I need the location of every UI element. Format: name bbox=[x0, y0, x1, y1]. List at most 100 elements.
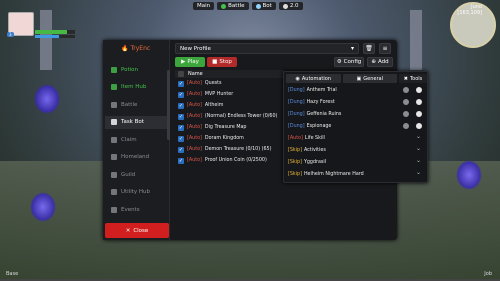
task-row[interactable]: ✓ [Auto] Demon Treasure (0/10) (65) bbox=[175, 144, 284, 155]
popup-task-tag: [Dung] bbox=[288, 87, 305, 93]
popup-task-name: Espionage bbox=[306, 123, 332, 129]
delete-profile-button[interactable]: 🗑 bbox=[363, 43, 375, 54]
task-row[interactable]: ✓ [Auto] Doram Kingdom bbox=[175, 133, 284, 144]
version-badge: 2.0 bbox=[278, 2, 303, 10]
popup-tabs: ◉ Automation ▣ General ✖ Tools bbox=[286, 74, 427, 83]
profile-select[interactable]: New Profile ▾ bbox=[175, 43, 359, 54]
popup-task-name: Anthem Trial bbox=[306, 87, 337, 93]
task-row[interactable]: ✓ [Auto] Altheim bbox=[175, 100, 284, 111]
popup-task-tag: [Skip] bbox=[288, 159, 302, 165]
sidebar-item[interactable]: Homeland bbox=[105, 151, 167, 164]
task-checkbox[interactable]: ✓ bbox=[178, 102, 184, 109]
chevron-down-icon[interactable]: ⌄ bbox=[416, 145, 421, 152]
popup-task-tag: [Dung] bbox=[288, 111, 305, 117]
bot-tab[interactable]: Bot bbox=[251, 2, 276, 10]
sidebar-item-label: Item Hub bbox=[121, 84, 147, 90]
sidebar-item-label: Events bbox=[121, 206, 140, 213]
task-name: Quests bbox=[204, 81, 222, 86]
task-checkbox[interactable]: ✓ bbox=[178, 146, 184, 153]
sidebar-item[interactable]: Guild bbox=[105, 168, 167, 181]
popup-task-row[interactable]: [Skip] Activities ⌄ bbox=[286, 145, 427, 155]
portal-glow bbox=[30, 192, 56, 222]
add-task-icon[interactable] bbox=[416, 87, 422, 93]
add-task-icon[interactable] bbox=[416, 99, 422, 105]
task-checkbox[interactable]: ✓ bbox=[178, 80, 184, 87]
portal-glow bbox=[34, 84, 60, 114]
play-button[interactable]: ▶ Play bbox=[175, 57, 205, 67]
task-name: Doram Kingdom bbox=[204, 136, 244, 141]
sidebar-item-label: Claim bbox=[121, 136, 137, 143]
task-checkbox[interactable]: ✓ bbox=[178, 135, 184, 142]
sidebar-item-icon bbox=[111, 136, 117, 143]
menu-button[interactable]: ≡ bbox=[379, 43, 391, 54]
info-icon[interactable] bbox=[403, 87, 409, 93]
info-icon[interactable] bbox=[403, 111, 409, 117]
sidebar-item[interactable]: Task Bot bbox=[105, 115, 167, 129]
task-tag: [Auto] bbox=[187, 92, 202, 97]
chevron-down-icon[interactable]: ⌄ bbox=[416, 133, 421, 140]
info-icon[interactable] bbox=[403, 123, 409, 129]
hp-fill bbox=[35, 30, 67, 34]
task-name: Proof Union Coin (0/2500) bbox=[204, 158, 267, 163]
add-task-icon[interactable] bbox=[416, 123, 422, 129]
sidebar-item-icon bbox=[111, 119, 117, 125]
popup-task-name: Life Skill bbox=[304, 135, 325, 141]
sidebar-item-icon bbox=[111, 101, 117, 108]
sidebar-item-label: Utility Hub bbox=[121, 189, 151, 195]
task-row[interactable]: ✓ [Auto] (Normal) Endless Tower (0/60) bbox=[175, 111, 284, 122]
popup-task-row[interactable]: [Skip] Helheim Nightmare Hard ⌄ bbox=[286, 169, 427, 179]
task-row[interactable]: ✓ [Auto] Quests bbox=[175, 78, 284, 89]
sidebar-item[interactable]: Potion bbox=[105, 63, 167, 76]
config-button[interactable]: ⚙ Config bbox=[334, 57, 364, 67]
task-row[interactable]: ✓ [Auto] Proof Union Coin (0/2500) bbox=[175, 155, 284, 166]
sidebar-item[interactable]: Events bbox=[105, 203, 167, 216]
select-all-checkbox[interactable] bbox=[178, 71, 184, 77]
minimap-label: Juno [163,109] bbox=[457, 4, 482, 16]
popup-task-row[interactable]: [Dung] Espionage bbox=[286, 121, 427, 131]
main-tab[interactable]: Main bbox=[193, 2, 215, 10]
popup-task-row[interactable]: [Dung] Anthem Trial bbox=[286, 85, 427, 95]
sidebar-scrollbar[interactable] bbox=[167, 70, 170, 140]
task-tag: [Auto] bbox=[187, 103, 202, 108]
play-icon: ▶ bbox=[181, 59, 186, 65]
add-button[interactable]: ⊕ Add bbox=[367, 57, 393, 67]
chevron-down-icon[interactable]: ⌄ bbox=[416, 157, 421, 164]
sidebar-item[interactable]: Claim bbox=[105, 133, 167, 146]
task-checkbox[interactable]: ✓ bbox=[178, 157, 184, 164]
battle-icon bbox=[221, 3, 227, 9]
bot-icon bbox=[255, 3, 261, 9]
popup-task-row[interactable]: [Auto] Life Skill ⌄ bbox=[286, 133, 427, 143]
task-checkbox[interactable]: ✓ bbox=[178, 113, 184, 120]
task-checkbox[interactable]: ✓ bbox=[178, 124, 184, 131]
sidebar-item[interactable]: Battle bbox=[105, 98, 167, 111]
task-name: Dig Treasure Map bbox=[204, 125, 247, 130]
sidebar-item[interactable]: Utility Hub bbox=[105, 186, 167, 199]
avatar[interactable]: 3 bbox=[7, 12, 34, 37]
popup-task-name: Helheim Nightmare Hard bbox=[303, 171, 364, 177]
tab-general[interactable]: ▣ General bbox=[342, 74, 397, 83]
task-tag: [Auto] bbox=[187, 125, 202, 130]
tab-automation[interactable]: ◉ Automation bbox=[286, 74, 341, 83]
task-checkbox[interactable]: ✓ bbox=[178, 91, 184, 98]
popup-task-row[interactable]: [Dung] Geffenia Ruins bbox=[286, 109, 427, 119]
task-name: (Normal) Endless Tower (0/60) bbox=[204, 114, 278, 119]
stop-button[interactable]: ■ Stop bbox=[207, 57, 237, 67]
close-button[interactable]: ✕ Close bbox=[105, 223, 169, 238]
add-task-icon[interactable] bbox=[416, 111, 422, 117]
battle-tab[interactable]: Battle bbox=[217, 2, 249, 10]
chevron-down-icon[interactable]: ⌄ bbox=[416, 169, 421, 176]
bg-pillar bbox=[410, 10, 422, 70]
menu-icon: ≡ bbox=[382, 45, 388, 52]
tab-tools[interactable]: ✖ Tools bbox=[399, 74, 427, 83]
info-icon[interactable] bbox=[403, 99, 409, 105]
popup-task-row[interactable]: [Dung] Hazy Forest bbox=[286, 97, 427, 107]
sidebar-item-label: Guild bbox=[121, 171, 136, 178]
gear-icon: ⚙ bbox=[336, 59, 342, 65]
popup-task-row[interactable]: [Skip] Yggdrasil ⌄ bbox=[286, 157, 427, 167]
top-hud: Main Battle Bot 2.0 bbox=[193, 1, 303, 11]
task-row[interactable]: ✓ [Auto] Dig Treasure Map bbox=[175, 122, 284, 133]
task-row[interactable]: ✓ [Auto] MVP Hunter bbox=[175, 89, 284, 100]
sidebar-item-icon bbox=[111, 66, 117, 73]
sidebar-item[interactable]: Item Hub bbox=[105, 81, 167, 94]
hp-bar bbox=[35, 30, 75, 34]
